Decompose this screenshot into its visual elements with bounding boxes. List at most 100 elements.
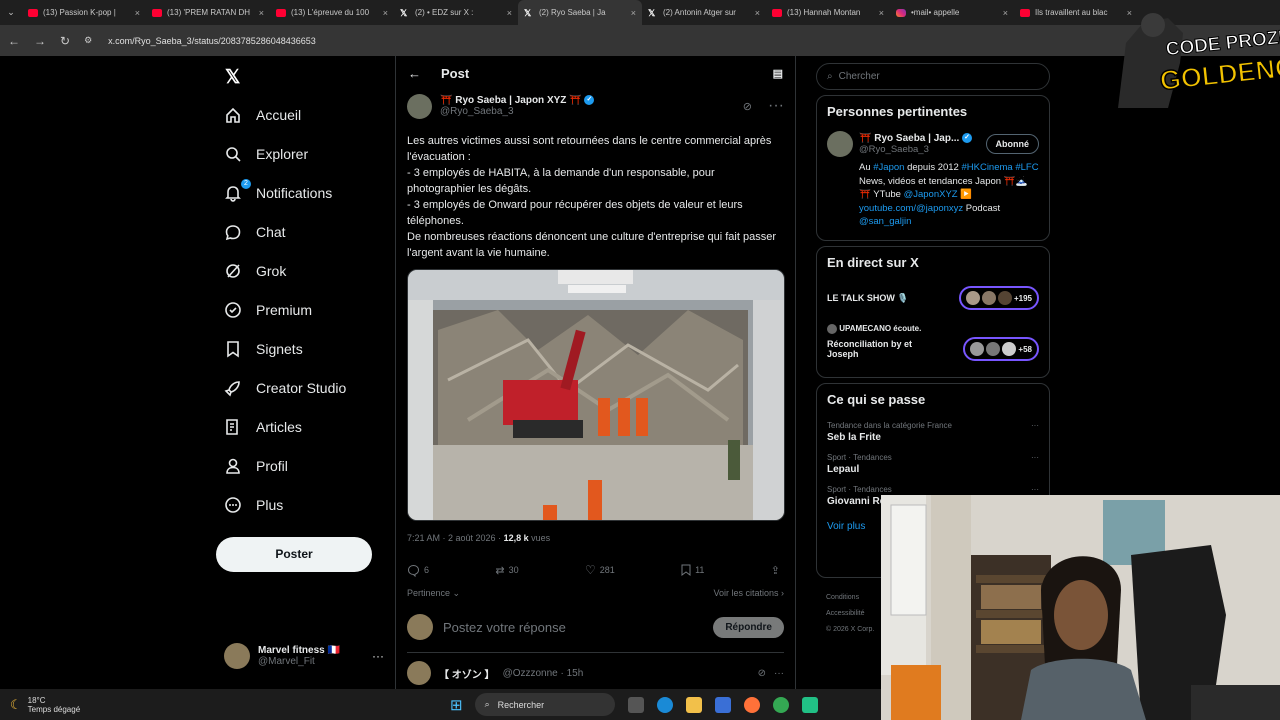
reply-action[interactable]: 6: [407, 564, 429, 577]
account-handle: @Marvel_Fit: [258, 656, 315, 667]
reload-icon[interactable]: ↻: [60, 34, 70, 48]
firefox-icon[interactable]: [743, 696, 760, 713]
bookmark-icon: [224, 340, 242, 358]
bio-link[interactable]: youtube.com/@japonxyz: [859, 203, 963, 214]
reader-view-icon[interactable]: ▤: [773, 67, 783, 80]
close-tab-icon[interactable]: ×: [259, 8, 264, 18]
account-switcher[interactable]: Marvel fitness 🇫🇷 @Marvel_Fit ···: [224, 643, 384, 669]
sidebar-item-articles[interactable]: Articles: [216, 407, 386, 446]
sidebar-item-signets[interactable]: Signets: [216, 329, 386, 368]
live-item[interactable]: Réconciliation by et Joseph +58: [827, 337, 1039, 361]
follow-button[interactable]: Abonné: [985, 134, 1039, 154]
live-card: En direct sur X LE TALK SHOW 🎙️ +195 UPA…: [816, 246, 1050, 378]
reply-button[interactable]: Répondre: [713, 616, 784, 638]
back-arrow-icon[interactable]: ←: [408, 66, 421, 81]
x-icon: 𝕏: [648, 7, 656, 18]
close-tab-icon[interactable]: ×: [755, 8, 760, 18]
more-icon[interactable]: ···: [774, 668, 784, 679]
avatar[interactable]: [827, 131, 853, 157]
bio-link[interactable]: #HKCinema #LFC: [961, 162, 1038, 173]
file-explorer-icon[interactable]: [685, 696, 702, 713]
more-icon[interactable]: ···: [1031, 421, 1039, 430]
author-handle[interactable]: @Ryo_Saeba_3: [440, 106, 735, 117]
sidebar-item-explorer[interactable]: Explorer: [216, 134, 386, 173]
sidebar-item-creator-studio[interactable]: Creator Studio: [216, 368, 386, 407]
tab-search-icon[interactable]: ⌄: [0, 7, 22, 18]
post-button[interactable]: Poster: [216, 537, 372, 572]
retweet-count: 30: [508, 565, 519, 575]
sidebar-item-plus[interactable]: Plus: [216, 485, 386, 524]
listeners-pill[interactable]: +195: [958, 286, 1039, 310]
back-icon[interactable]: ←: [8, 34, 20, 48]
x-logo[interactable]: 𝕏: [225, 66, 240, 89]
forward-icon[interactable]: →: [34, 34, 46, 48]
sidebar-item-label: Signets: [256, 340, 303, 357]
taskbar-search[interactable]: ⌕ Rechercher: [474, 693, 615, 716]
close-tab-icon[interactable]: ×: [879, 8, 884, 18]
close-tab-icon[interactable]: ×: [135, 8, 140, 18]
sidebar-item-notifications[interactable]: 2 Notifications: [216, 173, 386, 212]
share-icon[interactable]: ⇪: [771, 564, 780, 577]
taskbar-search-label: Rechercher: [497, 699, 545, 710]
browser-tab[interactable]: (13) L'épreuve du 100 ×: [270, 0, 394, 25]
sidebar-item-grok[interactable]: Grok: [216, 251, 386, 290]
grok-icon[interactable]: ⊘: [758, 668, 766, 679]
youtube-icon: [1020, 8, 1030, 17]
listeners-count: +195: [1013, 293, 1032, 303]
author-avatar[interactable]: [407, 93, 432, 119]
browser-tab[interactable]: 𝕏 (2) Antonin Atger sur ×: [642, 0, 766, 25]
youtube-icon: [152, 8, 162, 17]
bio-link[interactable]: #Japon: [873, 162, 904, 173]
browser-tab[interactable]: (13) 'PREM RATAN DH ×: [146, 0, 270, 25]
sidebar-item-premium[interactable]: Premium: [216, 290, 386, 329]
reply-item[interactable]: 【 オゾン 】 @Ozzzonne · 15h ⊘ ···: [396, 653, 795, 693]
tweet-image[interactable]: [407, 269, 785, 521]
url-field[interactable]: x.com/Ryo_Saeba_3/status/208378528604843…: [108, 36, 316, 46]
close-tab-icon[interactable]: ×: [383, 8, 388, 18]
more-icon[interactable]: ···: [768, 97, 784, 115]
browser-tab[interactable]: 𝕏 (2) Ryo Saeba | Ja ×: [518, 0, 642, 25]
author-name[interactable]: ⛩️ Ryo Saeba | Japon XYZ ⛩️: [440, 95, 582, 106]
reply-input[interactable]: Postez votre réponse: [443, 620, 703, 635]
more-icon[interactable]: ···: [1031, 453, 1039, 462]
trend-item[interactable]: Tendance dans la catégorie France ··· Seb …: [827, 421, 1039, 443]
grok-icon[interactable]: ⊘: [743, 100, 752, 113]
close-tab-icon[interactable]: ×: [1003, 8, 1008, 18]
bio-link[interactable]: @san_galjin: [859, 216, 911, 227]
more-icon[interactable]: ···: [372, 649, 384, 663]
view-quotes-link[interactable]: Voir les citations ›: [713, 588, 784, 599]
person-name[interactable]: ⛩️ Ryo Saeba | Jap...: [859, 133, 959, 144]
listeners-pill[interactable]: +58: [963, 337, 1039, 361]
sort-dropdown[interactable]: Pertinence ⌄: [407, 588, 460, 599]
like-action[interactable]: ♡ 281: [585, 563, 615, 577]
browser-tab[interactable]: (13) Passion K-pop | ×: [22, 0, 146, 25]
windows-start-icon[interactable]: ⊞: [450, 696, 463, 714]
sidebar-item-accueil[interactable]: Accueil: [216, 95, 386, 134]
trend-name: Lepaul: [827, 464, 860, 475]
browser-tab[interactable]: (13) Hannah Montan ×: [766, 0, 890, 25]
person-handle: @Ryo_Saeba_3: [859, 144, 929, 155]
task-view-icon[interactable]: [627, 696, 644, 713]
chrome-icon[interactable]: [772, 696, 789, 713]
retweet-action[interactable]: ⇄ 30: [495, 564, 518, 577]
sidebar-item-chat[interactable]: Chat: [216, 212, 386, 251]
retweet-icon: ⇄: [495, 564, 505, 577]
close-tab-icon[interactable]: ×: [631, 8, 636, 18]
bio-text: depuis 2012: [904, 162, 962, 173]
site-info-icon[interactable]: ⚙: [84, 35, 92, 46]
sidebar-item-profil[interactable]: Profil: [216, 446, 386, 485]
tweet-time[interactable]: 7:21 AM · 2 août 2026 ·: [407, 533, 504, 543]
store-icon[interactable]: [714, 696, 731, 713]
bookmark-action[interactable]: 11: [681, 564, 704, 576]
live-item[interactable]: LE TALK SHOW 🎙️ +195: [827, 286, 1039, 310]
weather-widget[interactable]: ☾ 18°C Temps dégagé: [0, 696, 400, 714]
browser-tab[interactable]: •mail• appelle ×: [890, 0, 1014, 25]
browser-tab[interactable]: 𝕏 (2) • EDZ sur X : ×: [394, 0, 518, 25]
search-input[interactable]: ⌕ Chercher: [816, 63, 1050, 90]
more-icon[interactable]: ···: [1031, 485, 1039, 494]
edge-icon[interactable]: [656, 696, 673, 713]
app-icon[interactable]: [801, 696, 818, 713]
trend-item[interactable]: Sport · Tendances ··· Lepaul: [827, 453, 1039, 475]
bio-link[interactable]: @JaponXYZ: [904, 189, 958, 200]
close-tab-icon[interactable]: ×: [507, 8, 512, 18]
